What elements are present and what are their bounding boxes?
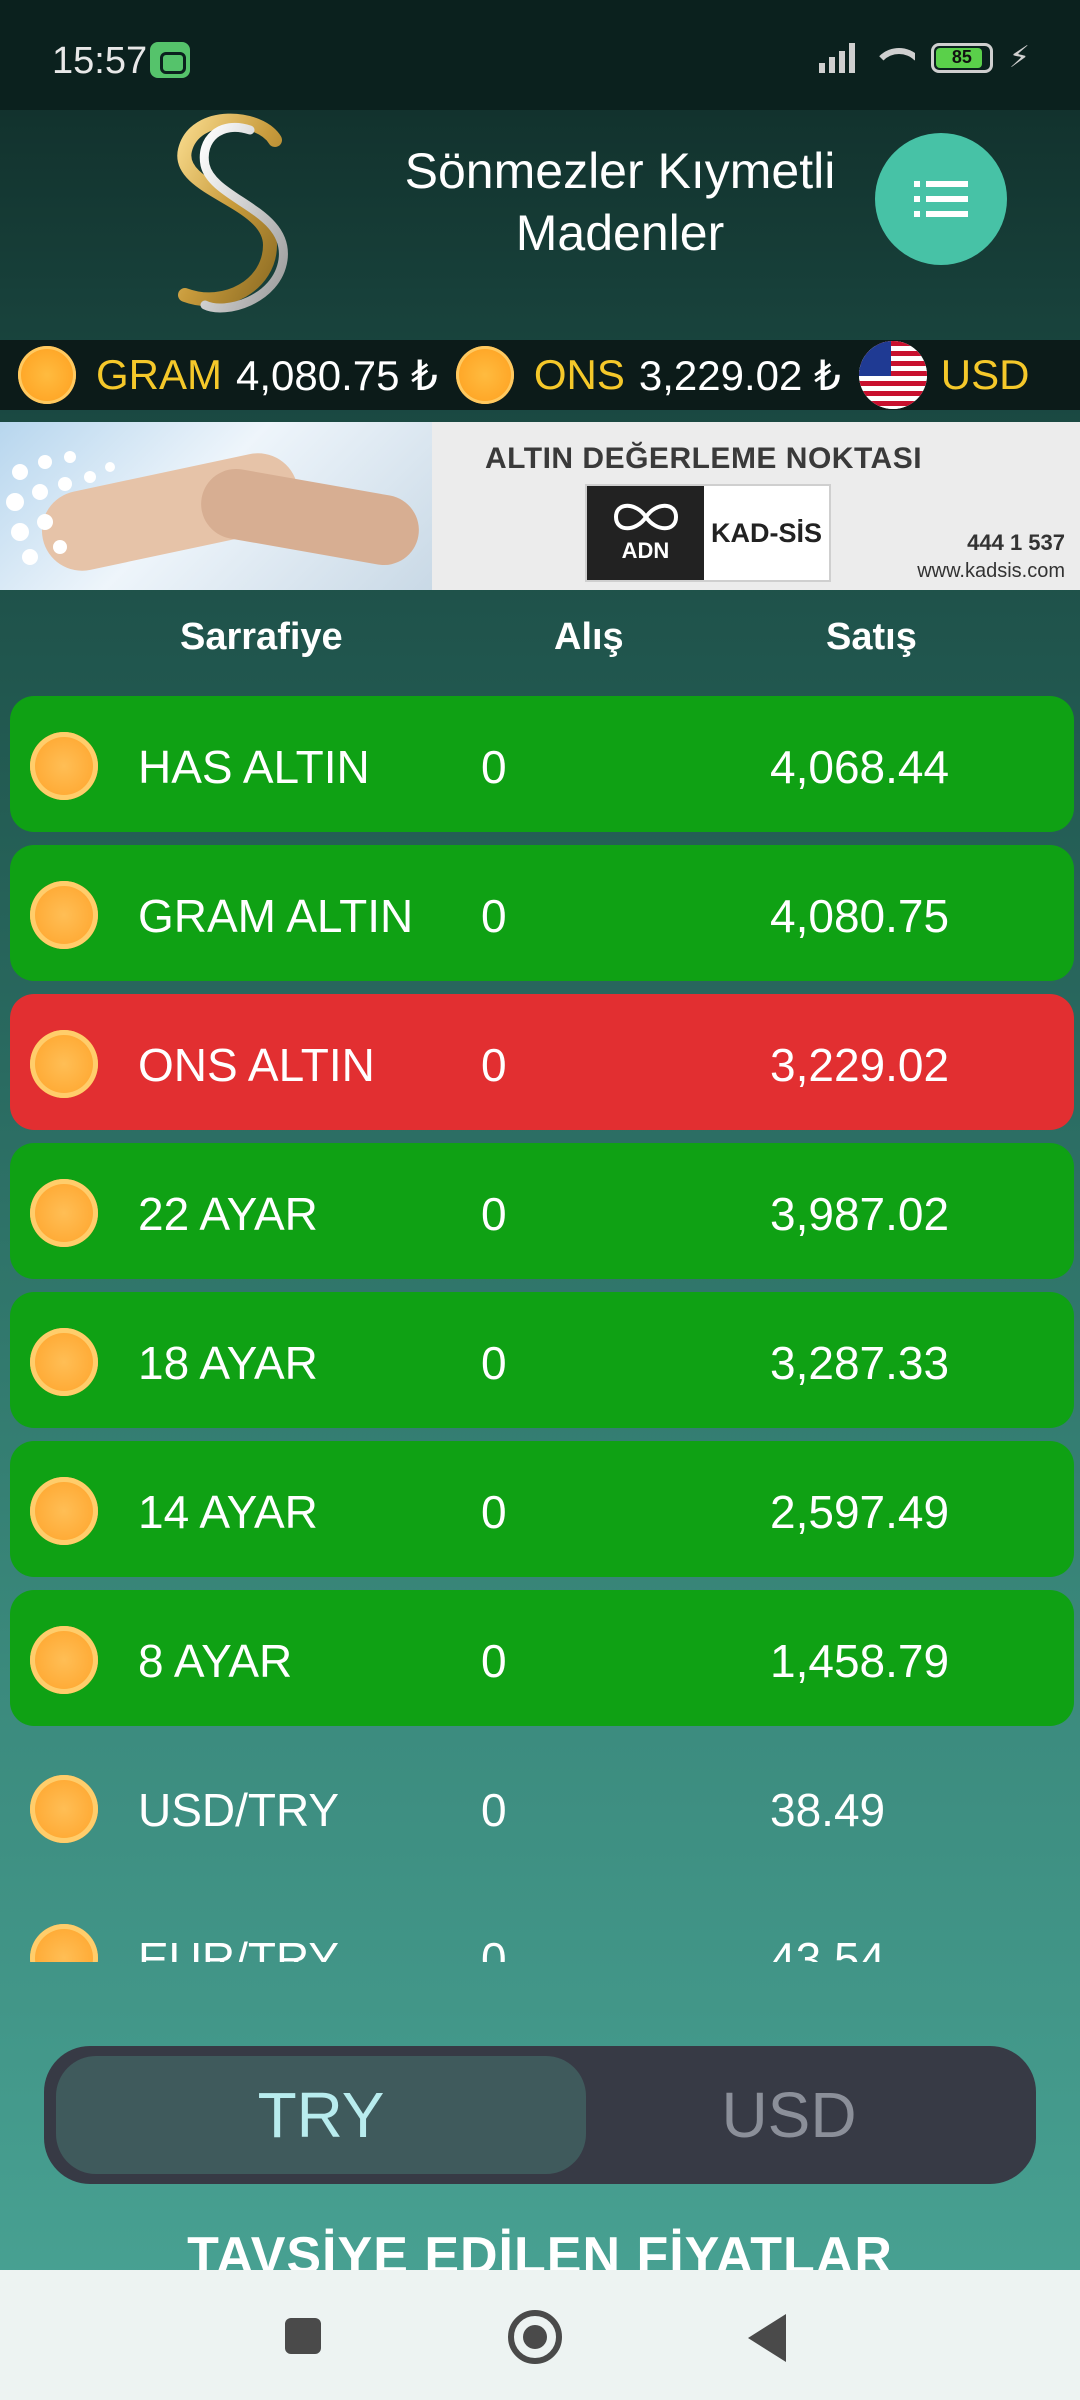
gold-coin-icon	[30, 1030, 98, 1098]
table-row[interactable]: ONS ALTIN 0 3,229.02	[10, 994, 1074, 1130]
us-flag-icon	[858, 341, 927, 409]
row-buy: 0	[481, 1933, 507, 1962]
row-name: GRAM ALTIN	[138, 890, 414, 942]
row-buy: 0	[481, 1188, 507, 1240]
currency-option-usd[interactable]: USD	[524, 2056, 1054, 2174]
column-header-name: Sarrafiye	[180, 616, 343, 658]
row-buy: 0	[481, 890, 507, 942]
back-icon[interactable]	[748, 2314, 786, 2362]
column-header-sell: Satış	[826, 616, 917, 658]
ticker-code: ONS	[533, 351, 625, 398]
ticker-item-usd: USD	[858, 341, 1044, 409]
table-row[interactable]: HAS ALTIN 0 4,068.44	[10, 696, 1074, 832]
table-row[interactable]: USD/TRY 0 38.49	[10, 1739, 1074, 1875]
column-header-buy: Alış	[554, 616, 624, 658]
charging-icon: ⚡	[1008, 41, 1030, 74]
app-title-line1: Sönmezler Kıymetli	[404, 143, 836, 199]
row-buy: 0	[481, 1337, 507, 1389]
row-name: EUR/TRY	[138, 1933, 340, 1962]
home-icon[interactable]	[508, 2310, 562, 2364]
row-sell: 3,287.33	[770, 1337, 950, 1389]
ticker-value: 3,229.02 ₺	[638, 351, 841, 399]
system-nav-bar	[0, 2270, 1080, 2400]
ticker-code: USD	[940, 351, 1030, 398]
row-name: USD/TRY	[138, 1784, 340, 1836]
currency-option-try[interactable]: TRY	[56, 2056, 586, 2174]
row-sell: 1,458.79	[770, 1635, 950, 1687]
app-logo	[177, 113, 288, 313]
notification-app-icon	[150, 42, 190, 78]
handshake-image	[0, 422, 432, 590]
row-name: HAS ALTIN	[138, 741, 370, 793]
ad-title: ALTIN DEĞERLEME NOKTASI	[485, 442, 923, 475]
row-sell: 43.54	[770, 1933, 886, 1962]
gold-coin-icon	[30, 1179, 98, 1247]
ad-logo-kadsis: KAD-SİS	[710, 517, 822, 548]
recents-icon[interactable]	[285, 2318, 321, 2354]
table-row[interactable]: 18 AYAR 0 3,287.33	[10, 1292, 1074, 1428]
gold-coin-icon	[18, 346, 76, 404]
signal-icon	[818, 42, 855, 73]
ad-banner[interactable]: ALTIN DEĞERLEME NOKTASI ADN KAD-SİS 444 …	[0, 422, 1080, 590]
menu-button[interactable]	[875, 133, 1007, 265]
ad-phone: 444 1 537	[967, 530, 1065, 555]
battery-level: 85	[951, 47, 972, 67]
table-header: Sarrafiye Alış Satış	[0, 610, 1080, 670]
app-title: Sönmezler Kıymetli Madenler	[360, 140, 880, 264]
currency-toggle: TRY USD	[44, 2046, 1036, 2184]
row-buy: 0	[481, 1486, 507, 1538]
ticker-value: 4,080.75 ₺	[236, 351, 438, 399]
row-buy: 0	[481, 1784, 507, 1836]
table-row[interactable]: 22 AYAR 0 3,987.02	[10, 1143, 1074, 1279]
gold-coin-icon	[30, 732, 98, 800]
row-name: 22 AYAR	[138, 1188, 318, 1240]
table-row[interactable]: GRAM ALTIN 0 4,080.75	[10, 845, 1074, 981]
table-row[interactable]: 14 AYAR 0 2,597.49	[10, 1441, 1074, 1577]
battery-icon: 85	[930, 42, 993, 73]
list-menu-icon	[914, 181, 968, 217]
app-title-line2: Madenler	[515, 205, 725, 261]
row-name: 18 AYAR	[138, 1337, 318, 1389]
row-buy: 0	[481, 741, 507, 793]
gold-coin-icon	[30, 1924, 98, 1962]
status-bar: 15:57 85 ⚡	[0, 0, 1080, 110]
gold-coin-icon	[455, 346, 514, 404]
status-icons: 85 ⚡	[818, 40, 1030, 75]
table-row[interactable]: 8 AYAR 0 1,458.79	[10, 1590, 1074, 1726]
app-header: Sönmezler Kıymetli Madenler	[0, 110, 1080, 340]
row-buy: 0	[481, 1039, 507, 1091]
ticker-item-gram: GRAM 4,080.75 ₺	[18, 346, 438, 404]
ad-url: www.kadsis.com	[917, 560, 1065, 582]
wifi-icon	[870, 42, 915, 74]
gold-coin-icon	[30, 881, 98, 949]
row-sell: 4,080.75	[770, 890, 950, 942]
price-ticker: GRAM 4,080.75 ₺ ONS 3,229.02 ₺ USD	[0, 340, 1080, 410]
ticker-item-ons: ONS 3,229.02 ₺	[455, 346, 841, 404]
infinity-icon	[613, 503, 678, 531]
row-name: 8 AYAR	[138, 1635, 293, 1687]
row-sell: 3,987.02	[770, 1188, 950, 1240]
row-name: ONS ALTIN	[138, 1039, 375, 1091]
table-row[interactable]: EUR/TRY 0 43.54	[10, 1888, 1074, 1962]
gold-coin-icon	[30, 1477, 98, 1545]
ticker-code: GRAM	[96, 351, 222, 398]
gold-coin-icon	[30, 1626, 98, 1694]
price-list[interactable]: HAS ALTIN 0 4,068.44 GRAM ALTIN 0 4,080.…	[0, 690, 1080, 1962]
gold-coin-icon	[30, 1328, 98, 1396]
row-buy: 0	[481, 1635, 507, 1687]
row-name: 14 AYAR	[138, 1486, 318, 1538]
ad-logo-adn: ADN	[621, 538, 670, 563]
ad-logo: ADN KAD-SİS	[585, 484, 831, 582]
row-sell: 38.49	[770, 1784, 886, 1836]
status-time: 15:57	[52, 40, 148, 82]
row-sell: 2,597.49	[770, 1486, 950, 1538]
row-sell: 4,068.44	[770, 741, 950, 793]
gold-coin-icon	[30, 1775, 98, 1843]
row-sell: 3,229.02	[770, 1039, 950, 1091]
